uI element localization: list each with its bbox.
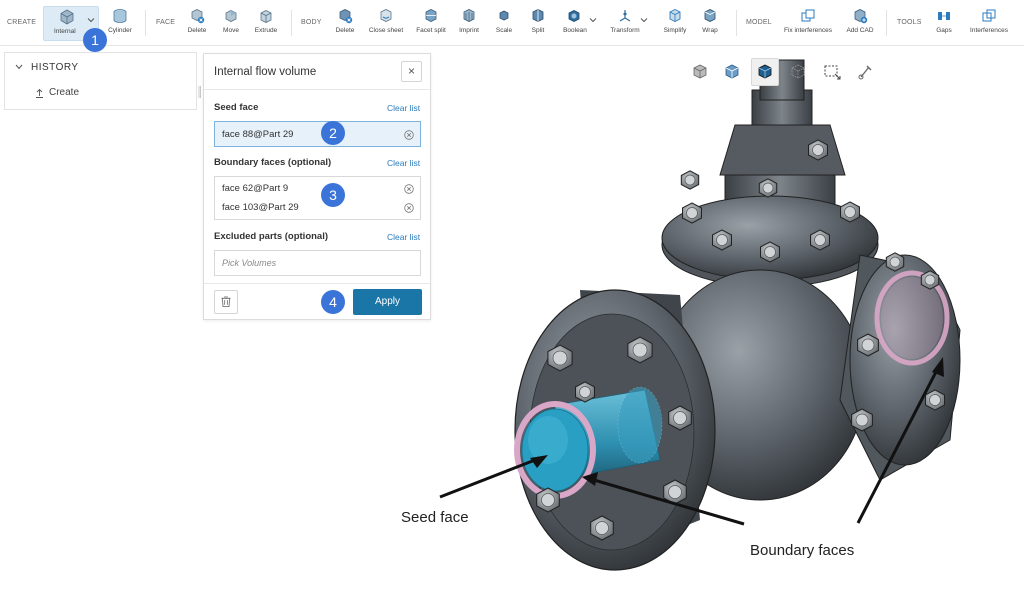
divider bbox=[204, 89, 430, 90]
seed-face-callout: Seed face bbox=[401, 509, 469, 526]
bolt-tip bbox=[855, 413, 869, 427]
chevron-down-icon[interactable] bbox=[15, 64, 23, 70]
remove-item-icon[interactable] bbox=[404, 130, 414, 140]
panel-resize-handle[interactable] bbox=[198, 86, 201, 98]
excluded-parts-placeholder: Pick Volumes bbox=[222, 258, 277, 268]
boundary-faces-clear-link[interactable]: Clear list bbox=[387, 158, 420, 168]
history-panel: HISTORY Create bbox=[4, 52, 197, 110]
boundary-faces-callout: Boundary faces bbox=[750, 542, 855, 559]
remove-item-icon[interactable] bbox=[404, 203, 414, 213]
bolt-tip bbox=[764, 246, 776, 258]
seed-face-highlight bbox=[514, 401, 596, 499]
measure-icon[interactable] bbox=[853, 60, 877, 84]
close-button[interactable]: × bbox=[401, 61, 422, 82]
step-badge-4: 4 bbox=[321, 290, 345, 314]
bolt-tip bbox=[668, 485, 682, 499]
history-item-create[interactable]: Create bbox=[49, 87, 79, 98]
bolt-tip bbox=[684, 174, 696, 186]
bolt-tip bbox=[844, 206, 856, 218]
bolt-tip bbox=[686, 207, 698, 219]
excluded-parts-field[interactable]: Pick Volumes bbox=[214, 250, 421, 276]
view-solid-icon bbox=[758, 64, 772, 79]
divider bbox=[204, 283, 430, 284]
bolt-tip bbox=[673, 411, 687, 425]
bolt-tip bbox=[595, 521, 609, 535]
step-badge-3: 3 bbox=[321, 183, 345, 207]
bolt-tip bbox=[861, 338, 875, 352]
seed-face-label: Seed face bbox=[214, 102, 259, 113]
seed-face-clear-link[interactable]: Clear list bbox=[387, 103, 420, 113]
view-wireframe-icon[interactable] bbox=[786, 60, 810, 84]
excluded-parts-label: Excluded parts (optional) bbox=[214, 231, 329, 242]
apply-button[interactable]: Apply bbox=[353, 289, 422, 315]
bolt-tip bbox=[541, 493, 555, 507]
boundary-face-item: face 62@Part 9 bbox=[222, 183, 289, 194]
excluded-parts-clear-link[interactable]: Clear list bbox=[387, 232, 420, 242]
boundary-faces-field[interactable]: face 62@Part 9 face 103@Part 29 bbox=[214, 176, 421, 220]
boundary-faces-label: Boundary faces (optional) bbox=[214, 157, 332, 168]
boundary-face-highlight bbox=[874, 270, 950, 366]
internal-flow-volume-dialog: Internal flow volume × Seed face Clear l… bbox=[203, 53, 431, 320]
bolt-tip bbox=[889, 256, 901, 268]
box-select-icon[interactable] bbox=[820, 60, 844, 84]
view-solid-button[interactable] bbox=[751, 58, 779, 86]
trash-icon bbox=[221, 296, 231, 308]
upload-icon bbox=[36, 88, 43, 98]
bolt-tip bbox=[924, 274, 936, 286]
boundary-face-item: face 103@Part 29 bbox=[222, 202, 299, 213]
bolt-tip bbox=[716, 234, 728, 246]
bolt-tip bbox=[579, 386, 591, 398]
view-shaded-icon[interactable] bbox=[720, 60, 744, 84]
bolt-tip bbox=[762, 182, 774, 194]
seed-face-field[interactable]: face 88@Part 29 bbox=[214, 121, 421, 147]
seed-face-item: face 88@Part 29 bbox=[222, 129, 294, 140]
bolt-tip bbox=[632, 342, 648, 358]
delete-button[interactable] bbox=[214, 290, 238, 314]
bolt-tip bbox=[812, 144, 824, 156]
bolt-tip bbox=[814, 234, 826, 246]
view-isometric-icon[interactable] bbox=[688, 60, 712, 84]
history-title: HISTORY bbox=[31, 62, 79, 73]
bolt-tip bbox=[929, 394, 941, 406]
bolt-tip bbox=[552, 350, 568, 366]
dialog-title: Internal flow volume bbox=[214, 66, 317, 78]
remove-item-icon[interactable] bbox=[404, 184, 414, 194]
step-badge-2: 2 bbox=[321, 121, 345, 145]
